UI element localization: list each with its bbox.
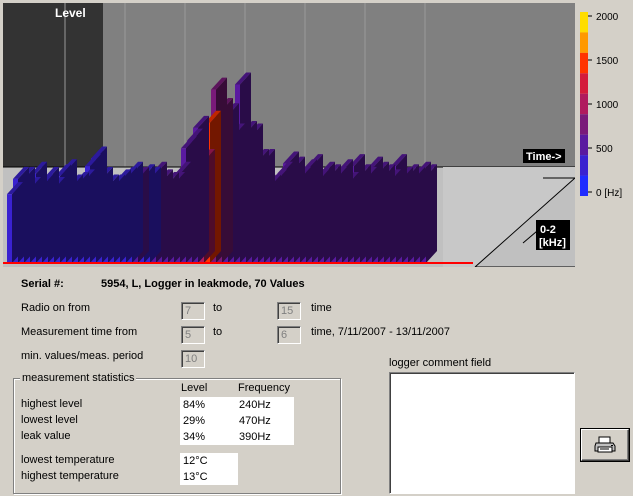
serial-value: 5954, L, Logger in leakmode, 70 Values: [101, 278, 305, 290]
leak-value-label: leak value: [21, 430, 71, 442]
radio-on-label: Radio on from: [21, 302, 91, 314]
statistics-title: measurement statistics: [20, 372, 137, 384]
chart-left-band: [3, 3, 103, 167]
measurement-time-to-field[interactable]: 6: [277, 326, 301, 344]
chart-bar-side: [12, 182, 23, 263]
min-values-label: min. values/meas. period: [21, 350, 144, 362]
color-scale-segment: [580, 155, 588, 176]
color-scale-segment: [580, 52, 588, 74]
color-scale-segment: [580, 93, 588, 115]
color-scale-segment: [580, 114, 588, 135]
measurement-time-from-field[interactable]: 5: [181, 326, 205, 344]
lowest-level-label: lowest level: [21, 414, 78, 426]
color-scale-segment: [580, 73, 588, 94]
lowest-level-value: 29%: [180, 413, 236, 429]
color-scale-segment: [580, 175, 588, 196]
color-scale-tick-label: 0 [Hz]: [596, 188, 622, 199]
color-scale-tick-label: 2000: [596, 12, 619, 23]
radio-on-to-field[interactable]: 15: [277, 302, 301, 320]
radio-on-from-field[interactable]: 7: [181, 302, 205, 320]
lowest-temp-label: lowest temperature: [21, 454, 115, 466]
chart-freq-label-bottom: [kHz]: [539, 237, 566, 249]
print-button[interactable]: [581, 429, 629, 461]
color-scale-segment: [580, 32, 588, 53]
radio-on-to-label: to: [213, 302, 223, 314]
chart-freq-label-top: 0-2: [540, 224, 556, 236]
frequency-color-scale: 2000 1500 1000 500 0 [Hz]: [580, 12, 622, 199]
radio-on-unit: time: [311, 302, 332, 314]
min-values-field[interactable]: 10: [181, 350, 205, 368]
chart-bar: [7, 182, 23, 263]
color-scale-tick-label: 500: [596, 144, 613, 155]
comment-label: logger comment field: [389, 357, 492, 369]
leak-value-freq: 390Hz: [236, 429, 294, 445]
chart-time-label: Time->: [526, 151, 562, 163]
leak-value-value: 34%: [180, 429, 236, 445]
color-scale-tick-label: 1500: [596, 56, 619, 67]
comment-field[interactable]: [389, 372, 575, 494]
highest-temp-value: 13°C: [180, 469, 238, 485]
serial-label: Serial #:: [21, 278, 64, 290]
measurement-time-unit: time, 7/11/2007 - 13/11/2007: [311, 326, 451, 338]
highest-temp-label: highest temperature: [21, 470, 119, 482]
chart-bar-front: [7, 194, 12, 263]
stats-col-frequency: Frequency: [238, 382, 290, 394]
highest-level-value: 84%: [180, 397, 236, 413]
color-scale-segment: [580, 134, 588, 156]
leak-chart: Level Time-> 0-2 [kHz]: [3, 3, 575, 267]
highest-level-label: highest level: [21, 398, 83, 410]
stats-col-level: Level: [181, 382, 208, 394]
color-scale-segment: [580, 12, 588, 33]
lowest-level-freq: 470Hz: [236, 413, 294, 429]
lowest-temp-value: 12°C: [180, 453, 238, 469]
highest-level-freq: 240Hz: [236, 397, 294, 413]
printer-icon: [594, 436, 616, 453]
measurement-time-to-label: to: [213, 326, 223, 338]
color-scale-tick-label: 1000: [596, 100, 619, 111]
chart-level-label: Level: [55, 6, 86, 20]
measurement-time-label: Measurement time from: [21, 326, 138, 338]
